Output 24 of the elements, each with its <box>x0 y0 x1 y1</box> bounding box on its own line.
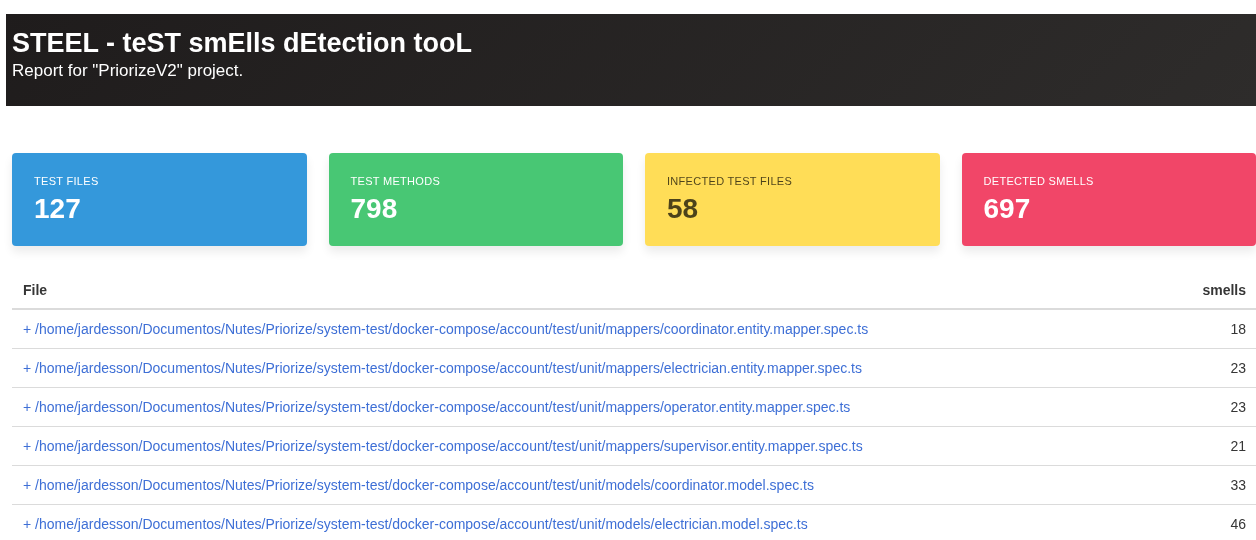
stat-label: TEST FILES <box>34 175 100 187</box>
smells-count: 23 <box>1230 359 1246 377</box>
stat-label: INFECTED TEST FILES <box>667 175 794 187</box>
smells-count: 23 <box>1230 398 1246 416</box>
column-header: smells <box>1202 282 1246 298</box>
file-link[interactable]: + /home/jardesson/Documentos/Nutes/Priorize/system-test/docker-compose/account/test/unit/mappers/supervisor.entity.mapper.spec.ts <box>23 437 863 455</box>
file-link[interactable]: + /home/jardesson/Documentos/Nutes/Priorize/system-test/docker-compose/account/test/unit/mappers/electrician.entity.mapper.spec.ts <box>23 359 862 377</box>
stat-value: 58 <box>667 193 700 225</box>
file-link[interactable]: + /home/jardesson/Documentos/Nutes/Priorize/system-test/docker-compose/account/test/unit/models/coordinator.model.spec.ts <box>23 476 814 494</box>
page-title: STEEL - teST smElls dEtection tooL <box>12 27 474 60</box>
column-header: File <box>23 282 48 298</box>
stat-value: 127 <box>34 193 82 225</box>
smells-count: 18 <box>1230 320 1246 338</box>
smells-count: 46 <box>1230 515 1246 533</box>
stat-label: TEST METHODS <box>350 175 442 187</box>
file-link[interactable]: + /home/jardesson/Documentos/Nutes/Priorize/system-test/docker-compose/account/test/unit/mappers/operator.entity.mapper.spec.ts <box>23 398 851 416</box>
stat-label: DETECTED SMELLS <box>983 175 1095 187</box>
smells-count: 21 <box>1230 437 1246 455</box>
file-link[interactable]: + /home/jardesson/Documentos/Nutes/Priorize/system-test/docker-compose/account/test/unit/mappers/coordinator.entity.mapper.spec.ts <box>23 320 869 338</box>
stat-value: 798 <box>350 193 399 225</box>
file-link[interactable]: + /home/jardesson/Documentos/Nutes/Priorize/system-test/docker-compose/account/test/unit/models/electrician.model.spec.ts <box>23 515 808 533</box>
page-subtitle: Report for "PriorizeV2" project. <box>12 60 245 82</box>
smells-count: 33 <box>1230 476 1246 494</box>
stat-value: 697 <box>983 193 1032 225</box>
